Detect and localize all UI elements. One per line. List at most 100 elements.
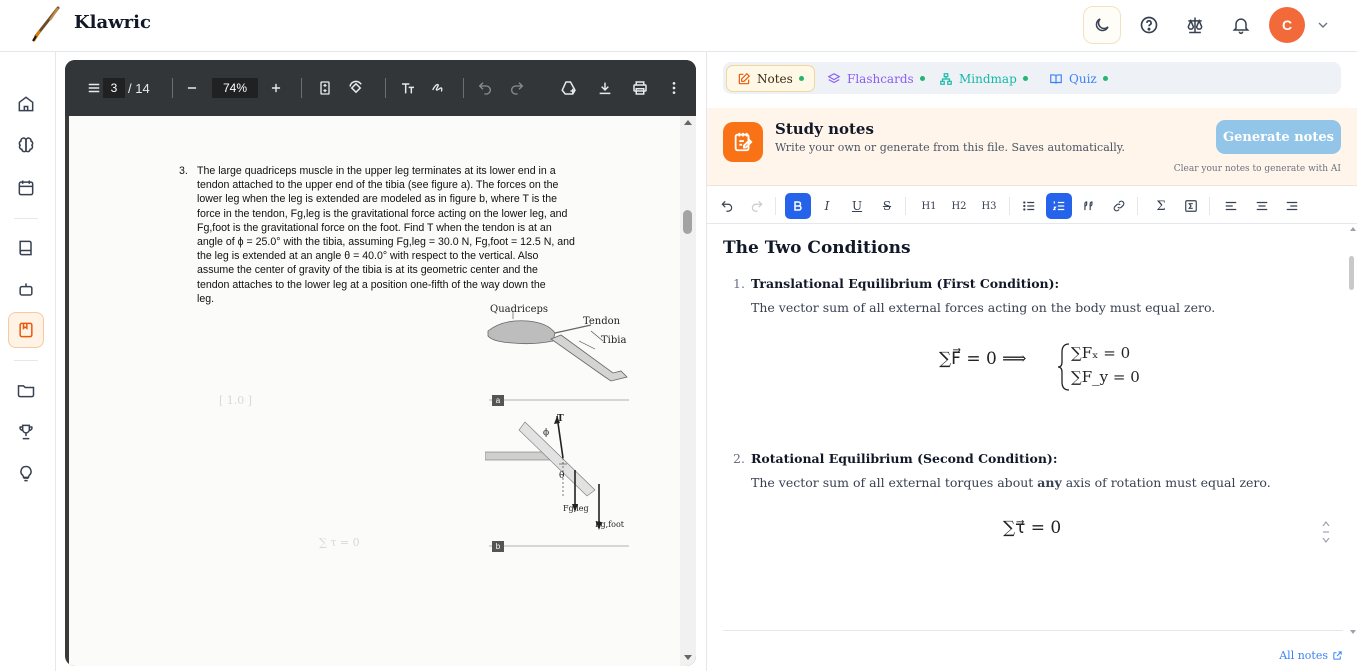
underline-button[interactable]: U bbox=[845, 194, 869, 218]
sidebar bbox=[0, 52, 56, 671]
sidebar-item-achievements[interactable] bbox=[8, 414, 44, 450]
scales-button[interactable] bbox=[1177, 7, 1213, 43]
folder-icon bbox=[17, 385, 35, 398]
drive-add-icon bbox=[561, 81, 576, 95]
generate-hint: Clear your notes to generate with AI bbox=[1173, 164, 1341, 174]
figure-tag-a: a bbox=[492, 395, 504, 406]
notes-editor[interactable]: The Two Conditions 1. Translational Equi… bbox=[707, 224, 1347, 630]
draw-button[interactable] bbox=[429, 78, 447, 98]
zoom-in-button[interactable] bbox=[269, 78, 283, 98]
figure-b-divider bbox=[489, 545, 629, 547]
tab-flashcards[interactable]: Flashcards bbox=[827, 65, 925, 92]
avatar[interactable]: C bbox=[1269, 7, 1305, 43]
bold-button[interactable] bbox=[785, 193, 811, 219]
theme-toggle-button[interactable] bbox=[1083, 6, 1121, 44]
emphasis-any: any bbox=[1037, 475, 1062, 490]
pdf-page[interactable]: 3. The large quadriceps muscle in the up… bbox=[69, 116, 680, 666]
generate-notes-button[interactable]: Generate notes bbox=[1216, 120, 1341, 154]
math-inline-button[interactable]: Σ bbox=[1149, 194, 1173, 218]
list-item-title: Rotational Equilibrium (Second Condition… bbox=[751, 451, 1058, 466]
figure-label-fgfoot: Fg,foot bbox=[595, 520, 625, 529]
all-notes-link[interactable]: All notes bbox=[1279, 649, 1343, 662]
notebook-icon bbox=[19, 322, 33, 338]
editor-toolbar-divider bbox=[775, 197, 776, 215]
add-to-drive-button[interactable] bbox=[559, 78, 579, 98]
editor-toolbar-divider bbox=[1009, 197, 1010, 215]
sidebar-item-assistant[interactable] bbox=[8, 272, 44, 308]
scroll-up-icon[interactable] bbox=[1349, 226, 1357, 232]
zoom-input[interactable]: 74% bbox=[212, 78, 258, 98]
figure-label-quadriceps: Quadriceps bbox=[490, 304, 549, 315]
align-left-button[interactable] bbox=[1219, 194, 1243, 218]
pdf-scrollbar[interactable] bbox=[680, 116, 696, 666]
scroll-down-icon[interactable] bbox=[1349, 629, 1357, 635]
editor-redo-button[interactable] bbox=[745, 194, 769, 218]
app-name[interactable]: Klawric bbox=[74, 12, 151, 33]
open-book-icon bbox=[1050, 73, 1062, 84]
zoom-out-button[interactable] bbox=[185, 78, 199, 98]
undo-icon bbox=[721, 200, 733, 212]
italic-button[interactable]: I bbox=[815, 194, 839, 218]
more-options-button[interactable] bbox=[671, 78, 677, 98]
book-icon bbox=[19, 240, 32, 256]
thumbnails-toggle-button[interactable] bbox=[87, 78, 101, 98]
editor-toolbar-divider bbox=[905, 197, 906, 215]
list-item-title: Translational Equilibrium (First Conditi… bbox=[751, 276, 1060, 291]
notifications-button[interactable] bbox=[1223, 7, 1259, 43]
study-notes-header: Study notes Write your own or generate f… bbox=[707, 108, 1357, 186]
ordered-list-button[interactable] bbox=[1046, 193, 1072, 219]
redo-button[interactable] bbox=[509, 78, 525, 98]
sidebar-item-calendar[interactable] bbox=[8, 170, 44, 206]
sidebar-item-brain[interactable] bbox=[8, 128, 44, 164]
bullet-list-button[interactable] bbox=[1017, 194, 1041, 218]
sidebar-item-files[interactable] bbox=[8, 372, 44, 408]
sidebar-item-ideas[interactable] bbox=[8, 456, 44, 492]
ordered-list-icon bbox=[1052, 201, 1065, 211]
sidebar-item-home[interactable] bbox=[8, 86, 44, 122]
fit-page-button[interactable] bbox=[317, 78, 333, 98]
notes-heading: The Two Conditions bbox=[723, 238, 911, 258]
strikethrough-button[interactable]: S bbox=[875, 194, 899, 218]
heading2-button[interactable]: H2 bbox=[947, 194, 971, 218]
block-drag-handle-icon[interactable] bbox=[1321, 520, 1331, 544]
more-vertical-icon bbox=[672, 82, 676, 94]
tab-quiz[interactable]: Quiz bbox=[1049, 65, 1108, 92]
download-icon bbox=[599, 82, 611, 95]
scroll-down-icon[interactable] bbox=[683, 654, 693, 662]
editor-bottom-divider bbox=[723, 630, 1343, 631]
undo-button[interactable] bbox=[477, 78, 493, 98]
quote-icon bbox=[1084, 201, 1093, 211]
equation-translational-row2: ∑F_y = 0 bbox=[1071, 368, 1140, 386]
editor-undo-button[interactable] bbox=[715, 194, 739, 218]
layers-icon bbox=[827, 72, 841, 83]
tab-mindmap[interactable]: Mindmap bbox=[939, 65, 1028, 92]
align-right-button[interactable] bbox=[1280, 194, 1304, 218]
heading1-button[interactable]: H1 bbox=[917, 194, 941, 218]
tab-notes[interactable]: Notes bbox=[726, 65, 815, 92]
list-item-body: The vector sum of all external forces ac… bbox=[751, 300, 1216, 315]
editor-scrollbar-thumb[interactable] bbox=[1349, 256, 1354, 290]
figure-label-tibia: Tibia bbox=[601, 335, 627, 346]
tab-bar: Notes Flashcards Mindmap Quiz bbox=[723, 62, 1341, 94]
tab-quiz-label: Quiz bbox=[1069, 71, 1097, 86]
scroll-up-icon[interactable] bbox=[683, 118, 693, 126]
pdf-scrollbar-thumb[interactable] bbox=[683, 210, 692, 234]
help-button[interactable] bbox=[1131, 7, 1167, 43]
notepad-edit-icon bbox=[734, 132, 753, 152]
logo-icon[interactable] bbox=[30, 6, 62, 42]
editor-scrollbar[interactable] bbox=[1347, 224, 1357, 636]
sidebar-item-library[interactable] bbox=[8, 230, 44, 266]
heading3-button[interactable]: H3 bbox=[977, 194, 1001, 218]
blockquote-button[interactable] bbox=[1077, 194, 1101, 218]
top-bar: Klawric C bbox=[0, 0, 1357, 52]
page-number-input[interactable]: 3 bbox=[103, 78, 125, 98]
download-button[interactable] bbox=[597, 78, 613, 98]
text-button[interactable] bbox=[399, 78, 417, 98]
chevron-down-icon[interactable] bbox=[1315, 17, 1331, 33]
sidebar-item-notes[interactable] bbox=[8, 312, 44, 348]
link-button[interactable] bbox=[1107, 194, 1131, 218]
align-center-button[interactable] bbox=[1250, 194, 1274, 218]
rotate-button[interactable] bbox=[347, 78, 365, 98]
math-block-button[interactable] bbox=[1179, 194, 1203, 218]
print-button[interactable] bbox=[631, 78, 649, 98]
